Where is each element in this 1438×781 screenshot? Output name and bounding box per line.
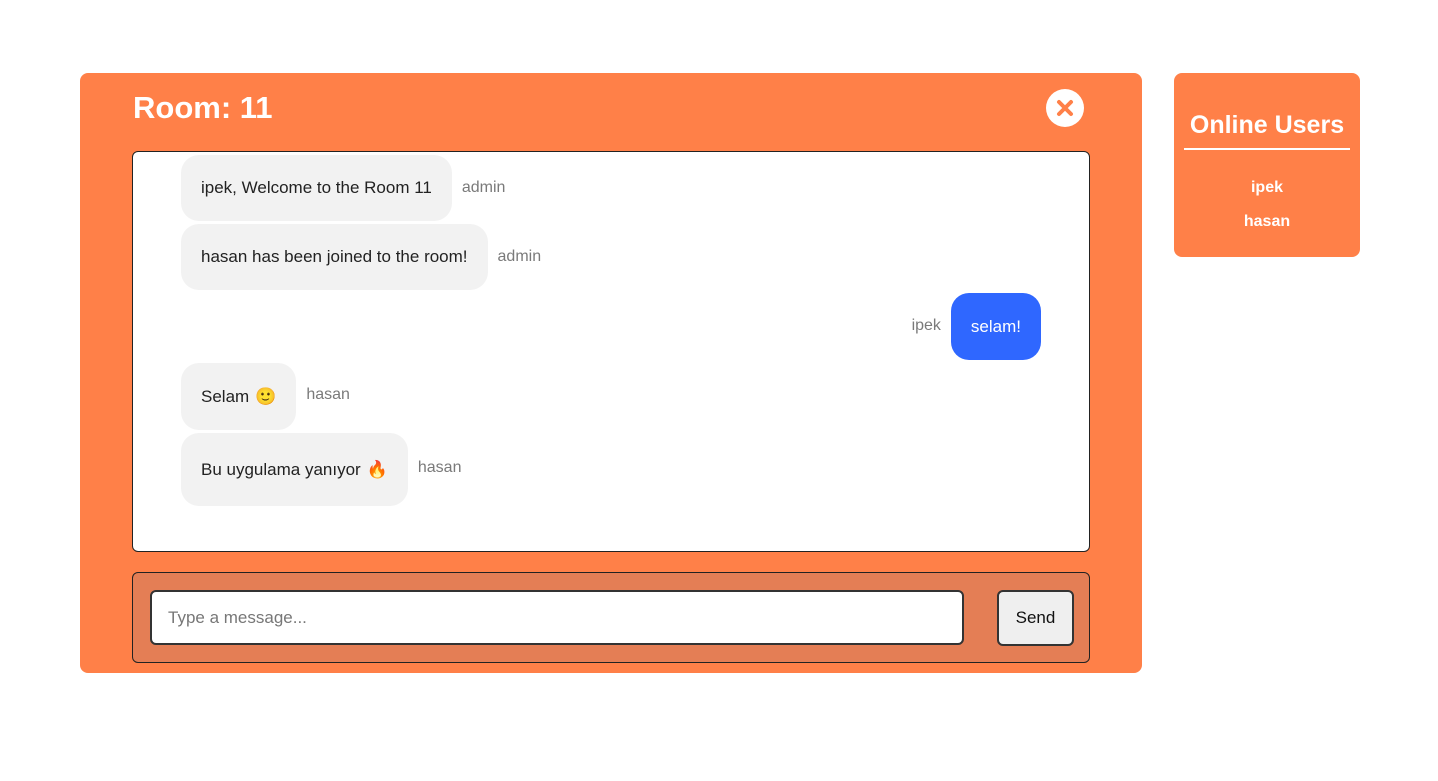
online-user-item: ipek [1250,179,1283,196]
message-bubble: ipek, Welcome to the Room 11 [181,155,452,221]
message-sender: ipek [911,317,941,334]
message-bubble: hasan has been joined to the room! [181,224,488,290]
message-row: Selam 🙂 hasan [181,363,350,430]
message-text: selam! [970,316,1021,336]
chat-room-panel: Room: 11 ipek, Welcome to the Room 11 ad… [80,73,1142,673]
message-row: hasan has been joined to the room! admin [181,224,541,290]
message-bubble: Bu uygulama yanıyor 🔥 [181,433,408,506]
close-room-button[interactable] [1046,89,1084,127]
fire-emoji-icon: 🔥 [366,459,388,479]
message-composer: Send [132,572,1090,663]
message-row: ipek, Welcome to the Room 11 admin [181,155,505,221]
message-sender: admin [497,248,542,265]
message-bubble: Selam 🙂 [181,363,297,430]
message-text: Bu uygulama yanıyor [201,459,361,479]
message-text: ipek, Welcome to the Room 11 [201,178,432,197]
message-bubble-own: selam! [950,293,1041,360]
message-text: Selam [201,386,250,406]
smile-emoji-icon: 🙂 [255,386,277,406]
online-user-item: hasan [1243,213,1291,230]
message-row-own: ipek selam! [912,293,1041,360]
message-input[interactable] [150,590,964,645]
message-list[interactable]: ipek, Welcome to the Room 11 admin hasan… [132,151,1090,552]
message-sender: admin [461,179,506,196]
close-x-icon [1057,100,1073,116]
send-button[interactable]: Send [997,590,1074,646]
message-row: Bu uygulama yanıyor 🔥 hasan [181,433,461,506]
message-sender: hasan [306,386,350,403]
room-title: Room: 11 [133,90,273,125]
message-text: hasan has been joined to the room! [201,247,468,266]
message-sender: hasan [417,459,462,476]
online-users-panel: Online Users ipek hasan [1174,73,1360,257]
online-users-title: Online Users [1184,111,1350,150]
